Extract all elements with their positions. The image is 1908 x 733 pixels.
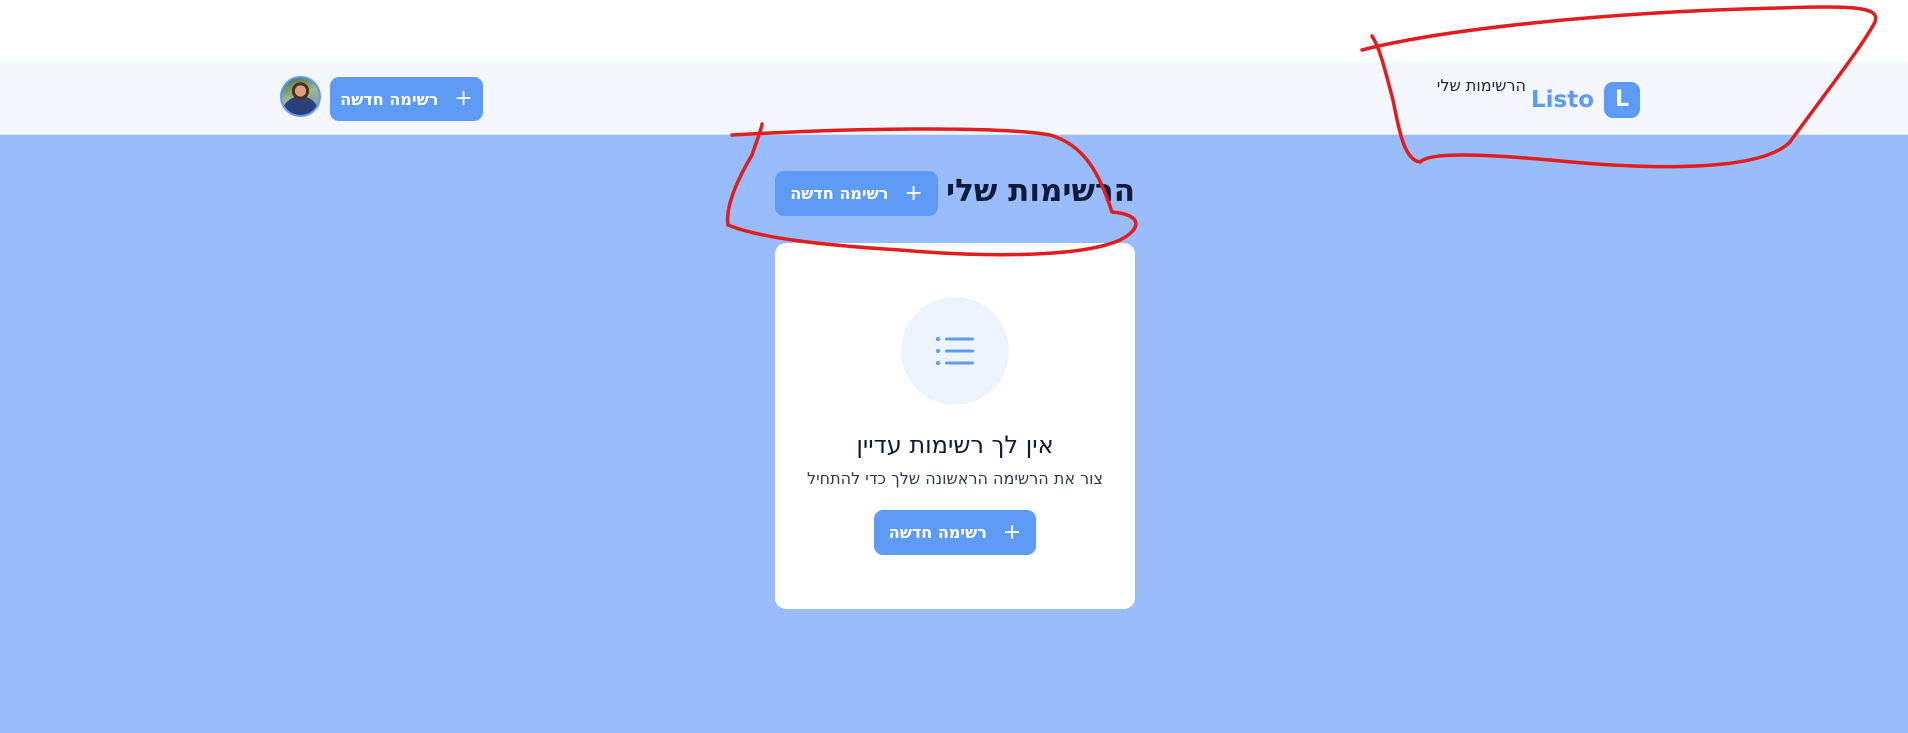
plus-icon: + <box>904 180 923 206</box>
avatar[interactable] <box>280 76 321 117</box>
navbar: Listo L הרשימות שלי + רשימה חדשה <box>0 62 1908 135</box>
top-blank-area <box>0 0 1908 62</box>
empty-state-icon-circle <box>901 297 1009 405</box>
brand-name: Listo <box>1530 86 1594 113</box>
new-list-label: רשימה חדשה <box>340 89 439 109</box>
new-list-label: רשימה חדשה <box>888 523 987 542</box>
empty-state-card: אין לך רשימות עדיין צור את הרשימה הראשונ… <box>775 243 1135 609</box>
empty-state-title: אין לך רשימות עדיין <box>856 431 1054 459</box>
empty-state-subtitle: צור את הרשימה הראשונה שלך כדי להתחיל <box>806 469 1104 488</box>
list-icon <box>936 337 974 365</box>
brand[interactable]: Listo L <box>1530 81 1640 118</box>
page-title: הרשימות שלי <box>945 173 1135 209</box>
plus-icon: + <box>454 86 473 111</box>
navbar-new-list-button[interactable]: + רשימה חדשה <box>330 77 483 121</box>
brand-logo: L <box>1604 81 1640 118</box>
title-new-list-button[interactable]: + רשימה חדשה <box>775 171 938 216</box>
empty-state-new-list-button[interactable]: + רשימה חדשה <box>874 510 1036 555</box>
new-list-label: רשימה חדשה <box>790 184 889 203</box>
page: Listo L הרשימות שלי + רשימה חדשה הרשימות… <box>0 0 1908 733</box>
main-content: הרשימות שלי + רשימה חדשה אין לך רשימות ע… <box>0 135 1908 733</box>
plus-icon: + <box>1002 519 1022 545</box>
nav-link-my-lists[interactable]: הרשימות שלי <box>1437 76 1526 95</box>
